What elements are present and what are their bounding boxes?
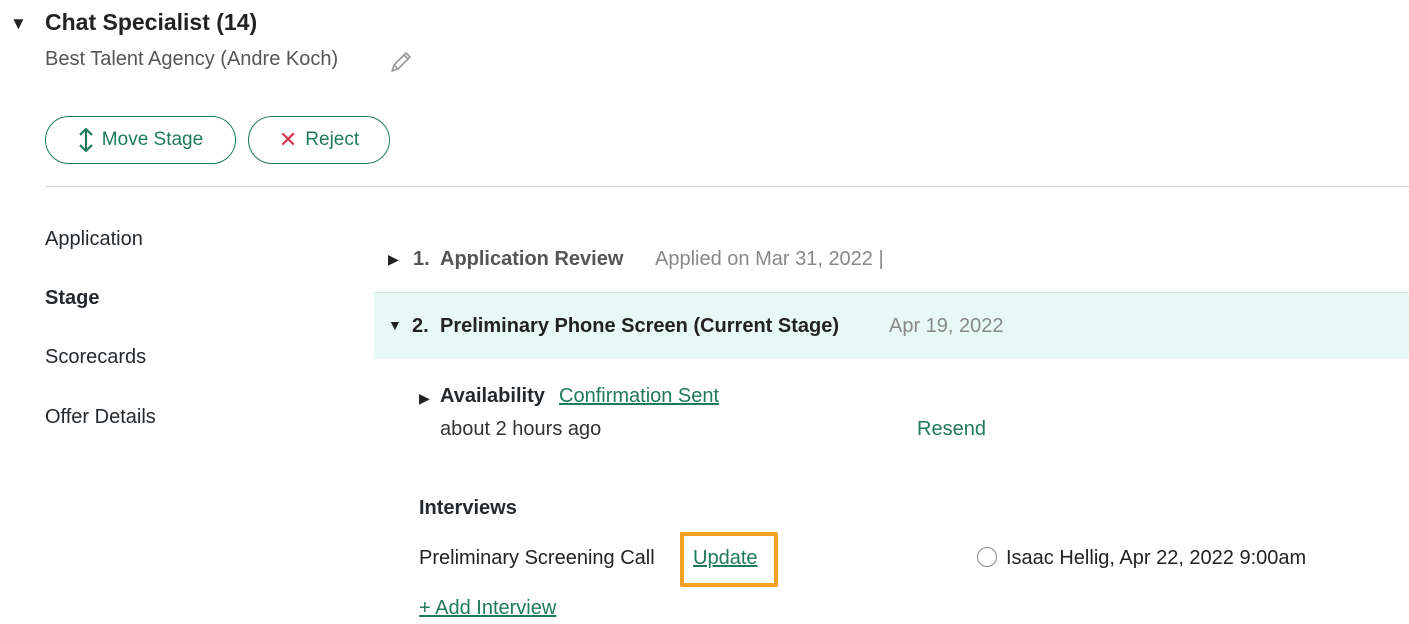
add-interview-link[interactable]: + Add Interview	[419, 597, 556, 620]
stage-name: Application Review	[440, 248, 624, 270]
pencil-icon[interactable]	[386, 47, 414, 77]
reject-button[interactable]: ✕ Reject	[248, 116, 390, 164]
x-icon: ✕	[278, 127, 298, 152]
interview-detail: Isaac Hellig, Apr 22, 2022 9:00am	[1006, 547, 1307, 569]
availability-label: Availability	[440, 385, 545, 407]
interviews-heading: Interviews	[419, 497, 517, 519]
sidebar-item-offer-details[interactable]: Offer Details	[45, 406, 156, 429]
current-stage-row[interactable]: ▼ 2. Preliminary Phone Screen (Current S…	[374, 292, 1409, 359]
triangle-down-icon[interactable]: ▼	[388, 317, 402, 333]
stage-number: 2.	[412, 315, 429, 337]
move-stage-label: Move Stage	[101, 129, 204, 150]
up-down-arrow-icon	[79, 127, 93, 153]
sidebar-item-stage[interactable]: Stage	[45, 287, 99, 310]
sidebar-item-application[interactable]: Application	[45, 228, 143, 251]
triangle-down-icon[interactable]: ▼	[10, 14, 27, 34]
triangle-right-icon[interactable]: ▶	[388, 251, 399, 268]
reject-label: Reject	[305, 129, 360, 150]
interview-radio[interactable]	[977, 547, 997, 567]
availability-time: about 2 hours ago	[440, 418, 602, 440]
stage-date: Applied on Mar 31, 2022 |	[655, 248, 884, 270]
agency-name: Best Talent Agency (Andre Koch)	[45, 48, 339, 70]
confirmation-sent-link[interactable]: Confirmation Sent	[559, 385, 719, 408]
update-link[interactable]: Update	[693, 547, 758, 570]
move-stage-button[interactable]: Move Stage	[45, 116, 236, 164]
resend-link[interactable]: Resend	[917, 418, 986, 441]
interview-name: Preliminary Screening Call	[419, 547, 655, 569]
divider	[45, 186, 1409, 187]
stage-date: Apr 19, 2022	[889, 315, 1004, 337]
stage-row[interactable]: ▶ 1. Application Review Applied on Mar 3…	[374, 226, 1409, 292]
sidebar-item-scorecards[interactable]: Scorecards	[45, 346, 146, 369]
stage-name: Preliminary Phone Screen (Current Stage)	[440, 315, 840, 337]
stage-number: 1.	[413, 248, 430, 270]
triangle-right-icon[interactable]: ▶	[419, 390, 430, 407]
job-title: Chat Specialist (14)	[45, 9, 258, 35]
